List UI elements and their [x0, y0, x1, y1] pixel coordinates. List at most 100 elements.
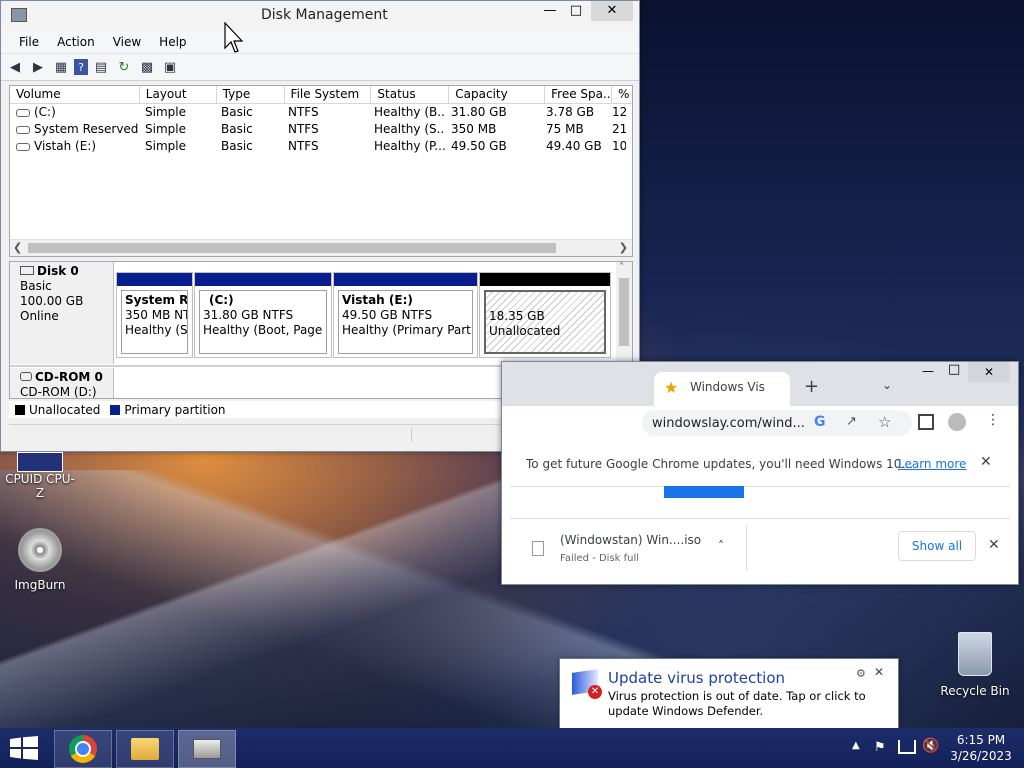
- partition-e[interactable]: Vistah (E:) 49.50 GB NTFS Healthy (Prima…: [333, 272, 478, 358]
- download-options-chevron-icon[interactable]: ˄: [718, 539, 724, 553]
- desktop-icon-label: CPUID CPU-Z: [5, 472, 75, 500]
- tab-title: Windows Vis: [690, 380, 765, 394]
- download-shelf-close-icon[interactable]: ✕: [988, 537, 1000, 553]
- cell-free-space: 75 MB: [546, 122, 584, 136]
- clock-date: 3/26/2023: [950, 749, 1012, 763]
- defender-notification[interactable]: ✕ Update virus protection Virus protecti…: [559, 658, 899, 730]
- legend-swatch-primary: [110, 404, 121, 415]
- share-icon[interactable]: ↗: [846, 414, 857, 429]
- col-free-space[interactable]: Free Spa...: [545, 86, 613, 103]
- col-layout[interactable]: Layout: [140, 86, 217, 103]
- refresh-icon[interactable]: ↻: [114, 57, 134, 77]
- rescan-disks-icon[interactable]: ▩: [137, 57, 157, 77]
- properties-icon[interactable]: ▤: [91, 57, 111, 77]
- network-icon[interactable]: [898, 740, 916, 754]
- console-tree-icon[interactable]: ▦: [51, 57, 71, 77]
- clock-time: 6:15 PM: [956, 733, 1006, 747]
- chrome-minimize-button[interactable]: —: [922, 364, 934, 378]
- profile-icon[interactable]: [948, 413, 966, 431]
- partition-title: Vistah (E:): [342, 293, 413, 307]
- volume-list: Volume Layout Type File System Status Ca…: [9, 85, 633, 257]
- new-tab-button[interactable]: +: [804, 376, 819, 397]
- desktop-icon-label: ImgBurn: [14, 578, 66, 592]
- scroll-thumb[interactable]: [619, 278, 629, 346]
- desktop-icon-recycle-bin[interactable]: Recycle Bin: [936, 632, 1014, 698]
- settings-wrench-icon[interactable]: ⚙: [856, 667, 866, 680]
- partition-status: Healthy (Primary Partitio: [342, 323, 472, 337]
- taskbar-chrome[interactable]: [54, 730, 112, 768]
- scroll-left-icon[interactable]: ❮: [13, 241, 22, 254]
- col-volume[interactable]: Volume: [10, 86, 140, 103]
- taskbar-disk-management[interactable]: [178, 730, 236, 768]
- horizontal-scrollbar[interactable]: ❮ ❯: [10, 239, 632, 256]
- notification-body: Virus protection is out of date. Tap or …: [608, 689, 866, 718]
- help-icon[interactable]: ?: [74, 59, 88, 75]
- col-capacity[interactable]: Capacity: [449, 86, 546, 103]
- infobar-close-icon[interactable]: ✕: [980, 454, 992, 470]
- notification-close-icon[interactable]: ✕: [874, 665, 884, 679]
- cell-layout: Simple: [145, 139, 186, 153]
- scroll-thumb[interactable]: [28, 243, 556, 253]
- google-icon[interactable]: G: [814, 414, 826, 430]
- forward-icon[interactable]: ▶: [28, 57, 48, 77]
- col-status[interactable]: Status: [371, 86, 450, 103]
- partition-size: 18.35 GB: [489, 309, 545, 323]
- menu-action[interactable]: Action: [48, 35, 104, 49]
- title-bar[interactable]: Disk Management — □ ✕: [1, 1, 639, 31]
- menu-help[interactable]: Help: [150, 35, 195, 49]
- maximize-button[interactable]: □: [561, 1, 591, 21]
- table-row[interactable]: Vistah (E:) Simple Basic NTFS Healthy (P…: [10, 138, 632, 155]
- bookmark-star-icon[interactable]: ☆: [878, 413, 891, 431]
- recycle-bin-icon: [958, 632, 992, 676]
- chrome-icon: [69, 735, 97, 763]
- col-percent-free[interactable]: % F: [612, 86, 632, 103]
- cdrom-icon: [20, 372, 32, 381]
- page-content-peek: [664, 486, 744, 498]
- start-button[interactable]: [10, 736, 38, 760]
- partition-system-reserved[interactable]: System Res 350 MB NTF Healthy (Sys: [116, 272, 193, 358]
- error-badge-icon: ✕: [588, 685, 602, 699]
- cell-capacity: 350 MB: [451, 122, 497, 136]
- chrome-close-button[interactable]: ✕: [968, 362, 1010, 382]
- cell-status: Healthy (P...: [374, 139, 445, 153]
- partition-c[interactable]: (C:) 31.80 GB NTFS Healthy (Boot, Page F…: [194, 272, 332, 358]
- tab-search-icon[interactable]: ⌄: [882, 378, 892, 392]
- chrome-address-bar[interactable]: windowslay.com/wind... G ↗ ☆: [642, 410, 912, 436]
- menu-view[interactable]: View: [104, 35, 150, 49]
- volume-muted-icon[interactable]: 🔇: [922, 738, 939, 754]
- partition-bar: [195, 273, 331, 286]
- table-row[interactable]: System Reserved Simple Basic NTFS Health…: [10, 121, 632, 138]
- taskbar-file-explorer[interactable]: [116, 730, 174, 768]
- table-row[interactable]: (C:) Simple Basic NTFS Healthy (B... 31.…: [10, 104, 632, 121]
- chrome-menu-icon[interactable]: ⋮: [986, 412, 1000, 428]
- download-filename[interactable]: (Windowstan) Win....iso: [560, 533, 701, 547]
- disk-icon: [20, 266, 34, 275]
- show-all-button[interactable]: Show all: [898, 531, 976, 561]
- chrome-tab-strip: ★ Windows Vis + ⌄ — □ ✕: [502, 362, 1018, 406]
- learn-more-link[interactable]: Learn more: [898, 457, 966, 471]
- disk0-label[interactable]: Disk 0 Basic 100.00 GB Online: [10, 262, 114, 364]
- back-icon[interactable]: ◀: [5, 57, 25, 77]
- cdrom0-label[interactable]: CD-ROM 0 CD-ROM (D:): [10, 368, 114, 398]
- cell-layout: Simple: [145, 122, 186, 136]
- close-button[interactable]: ✕: [591, 1, 633, 21]
- menu-file[interactable]: File: [1, 35, 48, 49]
- show-hidden-icons-chevron-icon[interactable]: ▲: [852, 740, 860, 751]
- col-filesystem[interactable]: File System: [285, 86, 372, 103]
- cdrom0-title: CD-ROM 0: [20, 370, 113, 385]
- partition-title: (C:): [209, 293, 234, 307]
- action-center-flag-icon[interactable]: ⚑: [874, 740, 886, 755]
- desktop-icon-imgburn[interactable]: ImgBurn: [4, 528, 76, 592]
- col-type[interactable]: Type: [217, 86, 285, 103]
- clock[interactable]: 6:15 PM 3/26/2023: [946, 732, 1016, 764]
- drive-icon: [16, 142, 30, 151]
- chrome-maximize-button[interactable]: □: [948, 362, 960, 377]
- cell-type: Basic: [221, 139, 253, 153]
- scroll-right-icon[interactable]: ❯: [619, 241, 628, 254]
- side-panel-icon[interactable]: [918, 414, 934, 430]
- partition-unallocated[interactable]: 18.35 GB Unallocated: [479, 272, 611, 358]
- export-icon[interactable]: ▣: [160, 57, 180, 77]
- scroll-up-icon[interactable]: ˄: [619, 262, 624, 273]
- desktop-icon-cpuz[interactable]: CPUID CPU-Z: [4, 452, 76, 500]
- chrome-active-tab[interactable]: ★ Windows Vis: [654, 372, 790, 406]
